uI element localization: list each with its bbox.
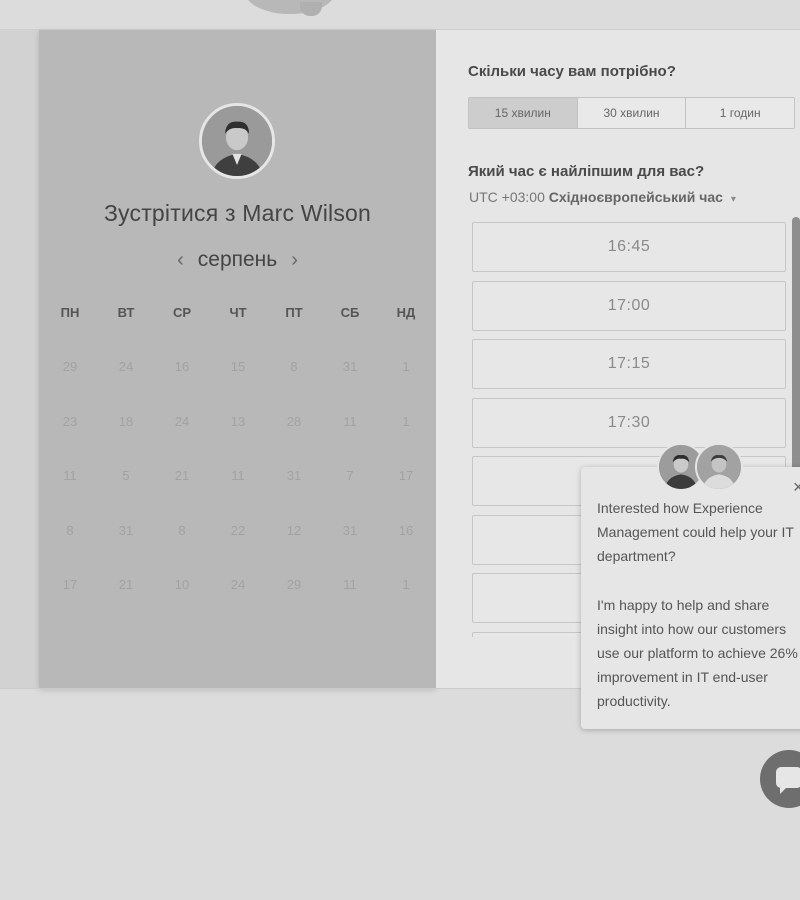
time-slot[interactable]: 17:00 [472, 280, 786, 331]
agent-avatar [695, 443, 743, 491]
chevron-right-icon[interactable]: › [291, 250, 298, 270]
calendar-day: 31 [286, 468, 302, 483]
chat-launcher-button[interactable] [760, 750, 800, 808]
calendar-day: 1 [402, 359, 410, 374]
chat-message: Interested how Experience Management cou… [597, 496, 800, 714]
duration-question: Скільки часу вам потрібно? [468, 63, 676, 80]
calendar-day: 22 [230, 522, 246, 538]
calendar-day: 31 [342, 359, 358, 374]
duration-selector: 15 хвилин 30 хвилин 1 годин [468, 97, 795, 129]
time-slot[interactable]: 17:30 [472, 397, 786, 448]
calendar-day: 18 [118, 413, 134, 429]
month-navigation: ‹ серпень › [39, 245, 436, 275]
calendar-days: 29 24 16 15 8 31 1 23 18 24 13 28 11 1 1… [42, 357, 434, 630]
calendar-day: 29 [286, 577, 302, 592]
calendar-day: 16 [174, 359, 190, 374]
chat-message-body: I'm happy to help and share insight into… [597, 596, 798, 710]
calendar-day: 11 [231, 468, 245, 483]
calendar-day: 11 [343, 413, 357, 429]
chat-message-intro: Interested how Experience Management cou… [597, 500, 794, 565]
calendar-day: 11 [63, 468, 77, 483]
timezone-name: Східноєвропейський час [548, 189, 723, 205]
calendar-day: 5 [122, 468, 130, 483]
calendar-day: 1 [402, 413, 410, 429]
page-left-edge [0, 30, 40, 688]
weekday-label: СБ [340, 305, 360, 320]
close-icon[interactable]: × [793, 477, 800, 498]
calendar-day: 21 [118, 577, 134, 592]
weekday-header: ПН ВТ СР ЧТ ПТ СБ НД [42, 305, 434, 320]
calendar-day: 7 [346, 468, 354, 483]
calendar-day: 24 [118, 359, 134, 374]
time-slot[interactable]: 16:45 [472, 222, 786, 272]
calendar-day: 17 [398, 468, 414, 483]
calendar-day: 21 [174, 468, 190, 483]
calendar-day: 24 [230, 577, 246, 592]
calendar-day: 16 [398, 522, 414, 538]
timezone-dropdown[interactable]: UTC +03:00 Східноєвропейський час ▾ [469, 189, 736, 205]
calendar-day: 24 [174, 413, 190, 429]
time-question: Який час є найліпшим для вас? [468, 163, 705, 180]
calendar-day: 1 [402, 577, 410, 592]
calendar-day: 17 [62, 577, 78, 592]
calendar-day: 13 [230, 413, 246, 429]
weekday-label: СР [172, 305, 192, 320]
month-label: серпень [197, 248, 278, 271]
duration-option-30[interactable]: 30 хвилин [577, 98, 687, 128]
slot-list-scrollbar[interactable] [792, 217, 800, 477]
calendar-day: 10 [174, 577, 190, 592]
calendar-day: 8 [66, 522, 74, 538]
calendar-day: 12 [286, 522, 302, 538]
time-slot[interactable]: 17:15 [472, 339, 786, 389]
caret-down-icon: ▾ [730, 194, 736, 205]
weekday-label: ПТ [285, 305, 303, 320]
weekday-label: НД [396, 305, 416, 320]
calendar-day: 31 [342, 522, 358, 538]
calendar-panel: Зустрітися з Marc Wilson ‹ серпень › ПН … [39, 30, 436, 688]
timezone-offset: UTC +03:00 [469, 189, 545, 205]
weekday-label: ВТ [117, 305, 135, 320]
calendar-day: 15 [230, 359, 246, 374]
weekday-label: ПН [60, 305, 80, 320]
duration-option-60[interactable]: 1 годин [686, 98, 794, 128]
calendar-day: 28 [286, 413, 302, 429]
calendar-day: 31 [118, 522, 134, 538]
brand-logo-tail [300, 2, 322, 16]
chat-bubble-icon [776, 767, 800, 794]
calendar-day: 23 [62, 413, 78, 429]
host-avatar [199, 103, 275, 179]
chevron-left-icon[interactable]: ‹ [177, 250, 184, 270]
calendar-day: 11 [343, 577, 357, 592]
meeting-title: Зустрітися з Marc Wilson [103, 200, 372, 226]
duration-option-15[interactable]: 15 хвилин [469, 98, 578, 128]
weekday-label: ЧТ [229, 305, 247, 320]
calendar-day: 8 [178, 522, 186, 538]
calendar-day: 8 [290, 359, 298, 374]
calendar-day: 29 [62, 359, 78, 374]
